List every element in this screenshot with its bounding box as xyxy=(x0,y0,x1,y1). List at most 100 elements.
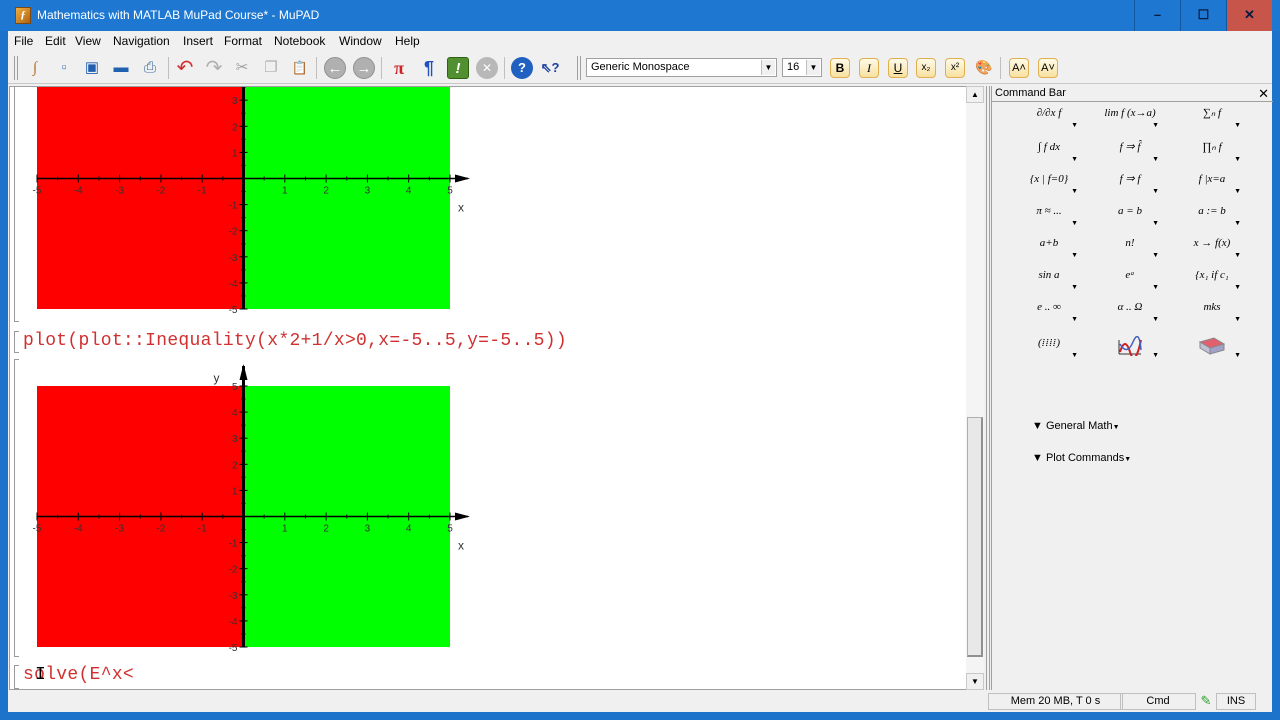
copy-icon[interactable]: ❐ xyxy=(260,57,282,79)
command-bar-item[interactable]: a+b ▼ xyxy=(1014,236,1084,262)
chevron-down-icon[interactable]: ▼ xyxy=(1152,248,1159,262)
chevron-down-icon[interactable]: ▼ xyxy=(1234,152,1241,166)
menu-help[interactable]: Help xyxy=(395,34,420,48)
chevron-down-icon[interactable]: ▼ xyxy=(1152,184,1159,198)
command-bar-item[interactable]: e .. ∞ ▼ xyxy=(1014,300,1084,326)
section-general-math[interactable]: ▼ General Math▼ xyxy=(1032,420,1120,432)
chevron-down-icon[interactable]: ▼ xyxy=(761,60,775,75)
command-bar-item[interactable]: {x₁ if c₁ ▼ xyxy=(1177,268,1247,294)
chevron-down-icon[interactable]: ▼ xyxy=(1071,118,1078,132)
chevron-down-icon[interactable]: ▼ xyxy=(1071,248,1078,262)
close-icon[interactable]: ✕ xyxy=(1258,86,1269,102)
chevron-down-icon[interactable]: ▼ xyxy=(1234,312,1241,326)
chevron-down-icon[interactable]: ▼ xyxy=(1071,184,1078,198)
command-bar-item[interactable]: ∏ₙ f ▼ xyxy=(1177,140,1247,166)
underline-icon[interactable]: U xyxy=(888,58,908,78)
command-bar-item[interactable]: π ≈ ... ▼ xyxy=(1014,204,1084,230)
menu-window[interactable]: Window xyxy=(339,34,382,48)
command-bar-item[interactable]: f ⇒ f ▼ xyxy=(1095,172,1165,198)
chevron-down-icon[interactable]: ▼ xyxy=(1234,248,1241,262)
command-bar-item[interactable]: f ⇒ f̂ ▼ xyxy=(1095,140,1165,166)
font-family-select[interactable]: Generic Monospace ▼ xyxy=(586,58,777,77)
chevron-down-icon[interactable]: ▼ xyxy=(1071,348,1078,362)
evaluate-icon[interactable]: ! xyxy=(447,57,469,79)
command-bar-item[interactable]: eᵃ ▼ xyxy=(1095,268,1165,294)
scroll-thumb[interactable] xyxy=(967,417,983,657)
help-icon[interactable]: ? xyxy=(511,57,533,79)
command-bar-item[interactable]: n! ▼ xyxy=(1095,236,1165,262)
new-notebook-icon[interactable]: ∫ xyxy=(24,57,46,79)
minimize-button[interactable]: – xyxy=(1134,0,1180,31)
open-icon[interactable]: ▣ xyxy=(81,57,103,79)
back-icon[interactable]: ← xyxy=(324,57,346,79)
chevron-down-icon[interactable]: ▼ xyxy=(1152,280,1159,294)
italic-icon[interactable]: I xyxy=(859,58,879,78)
chevron-down-icon[interactable]: ▼ xyxy=(1152,312,1159,326)
cut-icon[interactable]: ✂ xyxy=(231,57,253,79)
chevron-down-icon[interactable]: ▼ xyxy=(1071,216,1078,230)
chevron-down-icon[interactable]: ▼ xyxy=(1152,216,1159,230)
cell-bracket[interactable] xyxy=(14,665,19,689)
command-bar-item[interactable]: sin a ▼ xyxy=(1014,268,1084,294)
chevron-down-icon[interactable]: ▼ xyxy=(1234,118,1241,132)
chevron-down-icon[interactable]: ▼ xyxy=(1234,280,1241,294)
insert-text-icon[interactable]: ¶ xyxy=(418,57,440,79)
new-editor-icon[interactable]: ▫ xyxy=(53,57,75,79)
chevron-down-icon[interactable]: ▼ xyxy=(1152,152,1159,166)
bold-icon[interactable]: B xyxy=(830,58,850,78)
chevron-down-icon[interactable]: ▼ xyxy=(1152,348,1159,362)
command-bar-item[interactable]: a := b ▼ xyxy=(1177,204,1247,230)
increase-font-icon[interactable]: A˄ xyxy=(1009,58,1029,78)
paste-icon[interactable]: 📋 xyxy=(289,57,311,79)
menu-notebook[interactable]: Notebook xyxy=(274,34,325,48)
chevron-down-icon[interactable]: ▼ xyxy=(1152,118,1159,132)
font-size-select[interactable]: 16 ▼ xyxy=(782,58,822,77)
close-button[interactable]: ✕ xyxy=(1226,0,1272,31)
notebook-area[interactable]: -5 -4 -3 -2 -1 1 2 3 4 5 -5 -4 -3 -2 -1 1 2 3 x plot(plot:… xyxy=(9,86,975,690)
notebook-scrollbar[interactable]: ▲ ▼ xyxy=(966,86,984,690)
command-bar-item[interactable]: f |x=a ▼ xyxy=(1177,172,1247,198)
command-bar-item[interactable]: mks ▼ xyxy=(1177,300,1247,326)
panel-splitter[interactable] xyxy=(986,86,990,690)
maximize-button[interactable]: ☐ xyxy=(1180,0,1226,31)
plot-3d-icon[interactable]: ▼ xyxy=(1177,336,1247,362)
decrease-font-icon[interactable]: A˅ xyxy=(1038,58,1058,78)
command-bar-item[interactable]: x → f(x) ▼ xyxy=(1177,236,1247,262)
chevron-down-icon[interactable]: ▼ xyxy=(1071,152,1078,166)
scroll-down-icon[interactable]: ▼ xyxy=(966,673,984,690)
undo-icon[interactable]: ↶ xyxy=(174,57,196,79)
section-plot-commands[interactable]: ▼ Plot Commands▼ xyxy=(1032,452,1131,464)
command-bar-item[interactable]: α .. Ω ▼ xyxy=(1095,300,1165,326)
cell-bracket[interactable] xyxy=(14,331,19,353)
scroll-up-icon[interactable]: ▲ xyxy=(966,86,984,103)
menu-format[interactable]: Format xyxy=(224,34,262,48)
menu-insert[interactable]: Insert xyxy=(183,34,213,48)
toolbar-grip-2[interactable] xyxy=(577,56,581,80)
context-help-icon[interactable]: ⇖? xyxy=(539,57,561,79)
stop-icon[interactable]: ✕ xyxy=(476,57,498,79)
chevron-down-icon[interactable]: ▼ xyxy=(1071,312,1078,326)
menu-file[interactable]: File xyxy=(14,34,33,48)
color-palette-icon[interactable]: 🎨 xyxy=(973,56,995,78)
command-bar-item[interactable]: (⁞⁞⁞⁞) ▼ xyxy=(1014,336,1084,362)
print-icon[interactable]: ⎙ xyxy=(139,57,161,79)
chevron-down-icon[interactable]: ▼ xyxy=(806,60,820,75)
command-bar-item[interactable]: ∫ f dx ▼ xyxy=(1014,140,1084,166)
command-bar-item[interactable]: lim f (x→a) ▼ xyxy=(1095,106,1165,132)
menu-navigation[interactable]: Navigation xyxy=(113,34,170,48)
chevron-down-icon[interactable]: ▼ xyxy=(1234,348,1241,362)
menu-edit[interactable]: Edit xyxy=(45,34,66,48)
command-bar-item[interactable]: ∑ₙ f ▼ xyxy=(1177,106,1247,132)
insert-calculation-icon[interactable]: π xyxy=(388,57,410,79)
subscript-icon[interactable]: x₂ xyxy=(916,58,936,78)
save-icon[interactable]: ▬ xyxy=(110,57,132,79)
input-cell-plot[interactable]: plot(plot::Inequality(x*2+1/x>0,x=-5..5,… xyxy=(23,331,567,351)
redo-icon[interactable]: ↷ xyxy=(203,57,225,79)
command-bar-item[interactable]: {x | f=0} ▼ xyxy=(1014,172,1084,198)
superscript-icon[interactable]: x² xyxy=(945,58,965,78)
chevron-down-icon[interactable]: ▼ xyxy=(1234,184,1241,198)
chevron-down-icon[interactable]: ▼ xyxy=(1071,280,1078,294)
command-bar-item[interactable]: a = b ▼ xyxy=(1095,204,1165,230)
menu-view[interactable]: View xyxy=(75,34,101,48)
plot-2d-icon[interactable]: ▼ xyxy=(1095,335,1165,362)
